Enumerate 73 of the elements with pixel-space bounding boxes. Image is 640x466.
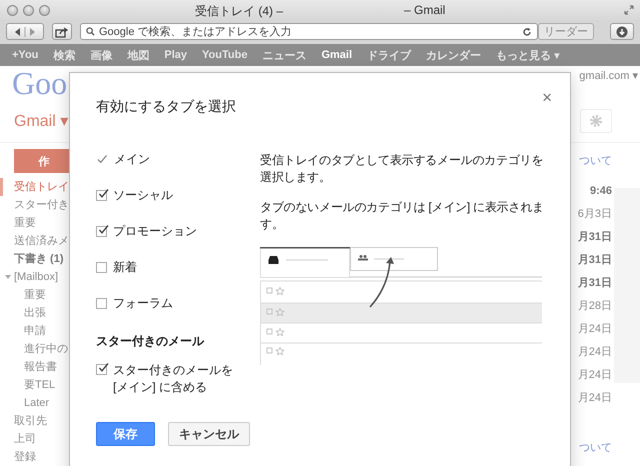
close-button[interactable]: × bbox=[542, 91, 552, 105]
checkbox[interactable] bbox=[96, 190, 107, 200]
download-button[interactable] bbox=[610, 23, 634, 40]
save-button[interactable]: 保存 bbox=[96, 422, 155, 446]
share-button[interactable] bbox=[52, 23, 72, 40]
google-bar-link[interactable]: 地図 bbox=[127, 48, 150, 62]
google-bar-link[interactable]: もっと見る ▾ bbox=[496, 48, 560, 62]
message-date: 6月3日 bbox=[578, 207, 612, 222]
message-date: 月24日 bbox=[578, 345, 612, 360]
tab-option-label: プロモーション bbox=[113, 222, 197, 240]
account-link[interactable]: gmail.com ▾ bbox=[579, 68, 638, 82]
google-bar-link[interactable]: ニュース bbox=[262, 48, 306, 62]
link[interactable]: ついて bbox=[579, 440, 612, 460]
cancel-button[interactable]: キャンセル bbox=[168, 422, 250, 446]
sidebar-item[interactable]: 受信トレイ bbox=[0, 178, 66, 196]
reload-icon[interactable] bbox=[522, 26, 532, 36]
checkbox[interactable] bbox=[96, 226, 107, 236]
download-icon[interactable] bbox=[616, 26, 628, 38]
google-bar-link[interactable]: Gmail bbox=[321, 49, 352, 61]
google-bar-link[interactable]: 検索 bbox=[53, 48, 76, 62]
google-bar-link[interactable]: ドライブ bbox=[367, 48, 412, 62]
tab-option-label: 新着 bbox=[113, 258, 137, 276]
sidebar-item[interactable]: 下書き (1) bbox=[0, 250, 66, 268]
message-date: 月24日 bbox=[578, 391, 612, 406]
sidebar-item[interactable]: 報告書 bbox=[0, 358, 66, 376]
message-date: 月24日 bbox=[578, 368, 612, 383]
google-bar-link[interactable]: カレンダー bbox=[426, 48, 482, 62]
checkbox[interactable] bbox=[96, 298, 107, 308]
minimize-window-icon[interactable] bbox=[23, 5, 34, 16]
sidebar-item[interactable]: Later bbox=[0, 394, 66, 412]
sidebar-item[interactable]: 出張 bbox=[0, 304, 66, 322]
tab-option-label: フォーラム bbox=[113, 294, 173, 312]
message-date: 月31日 bbox=[578, 253, 612, 268]
google-bar-link[interactable]: 画像 bbox=[90, 48, 112, 62]
sidebar-item[interactable]: 申請 bbox=[0, 322, 66, 340]
window-title: – Gmail bbox=[404, 3, 446, 17]
tab-option-label: メイン bbox=[114, 150, 150, 168]
tab-option-label: ソーシャル bbox=[113, 186, 173, 204]
address-field[interactable]: Google で検索、またはアドレスを入力 bbox=[80, 23, 538, 40]
message-date: 月31日 bbox=[578, 230, 612, 245]
logo: Goo bbox=[12, 64, 68, 102]
dialog-title: 有効にするタブを選択 bbox=[96, 98, 236, 116]
sidebar-item[interactable]: 登録 bbox=[0, 448, 66, 466]
description-text: 受信トレイのタブとして表示するメールのカテゴリを選択します。 bbox=[260, 152, 544, 186]
option-label: スター付きのメールを [メイン] に含める bbox=[113, 362, 234, 396]
sidebar-item[interactable]: [Mailbox] bbox=[14, 268, 58, 286]
message-date: 月31日 bbox=[578, 276, 612, 291]
message-date: 9:46 bbox=[590, 184, 612, 199]
message-date: 月24日 bbox=[578, 322, 612, 337]
sidebar-item[interactable]: 送信済みメ bbox=[0, 232, 66, 250]
description-text: タブのないメールのカテゴリは [メイン] に表示されます。 bbox=[260, 199, 545, 233]
sidebar-item[interactable]: 取引先 bbox=[0, 412, 66, 430]
sidebar-item[interactable]: 要TEL bbox=[0, 376, 66, 394]
google-bar-link[interactable]: Play bbox=[164, 49, 188, 61]
message-date: 月28日 bbox=[578, 299, 612, 314]
close-window-icon[interactable] bbox=[7, 5, 18, 16]
checkbox[interactable] bbox=[96, 262, 107, 272]
link[interactable]: ついて bbox=[579, 153, 612, 173]
google-bar-link[interactable]: YouTube bbox=[202, 49, 248, 61]
sidebar-item[interactable]: 進行中の bbox=[0, 340, 66, 358]
section-heading: スター付きのメール bbox=[96, 333, 206, 350]
back-forward-button[interactable] bbox=[6, 23, 44, 40]
sidebar-item[interactable]: 上司 bbox=[0, 430, 66, 448]
checkbox[interactable] bbox=[96, 364, 107, 375]
fullscreen-icon[interactable] bbox=[624, 5, 634, 15]
share-icon[interactable] bbox=[55, 26, 69, 38]
google-bar-link[interactable]: +You bbox=[12, 49, 38, 61]
zoom-window-icon[interactable] bbox=[39, 5, 50, 16]
window-title: 受信トレイ (4) – bbox=[195, 3, 284, 20]
sidebar-item[interactable]: 重要 bbox=[0, 286, 66, 304]
app-menu[interactable]: Gmail ▾ bbox=[14, 111, 68, 131]
sidebar-item[interactable]: 重要 bbox=[0, 214, 66, 232]
sidebar-item[interactable]: スター付き bbox=[0, 196, 66, 214]
